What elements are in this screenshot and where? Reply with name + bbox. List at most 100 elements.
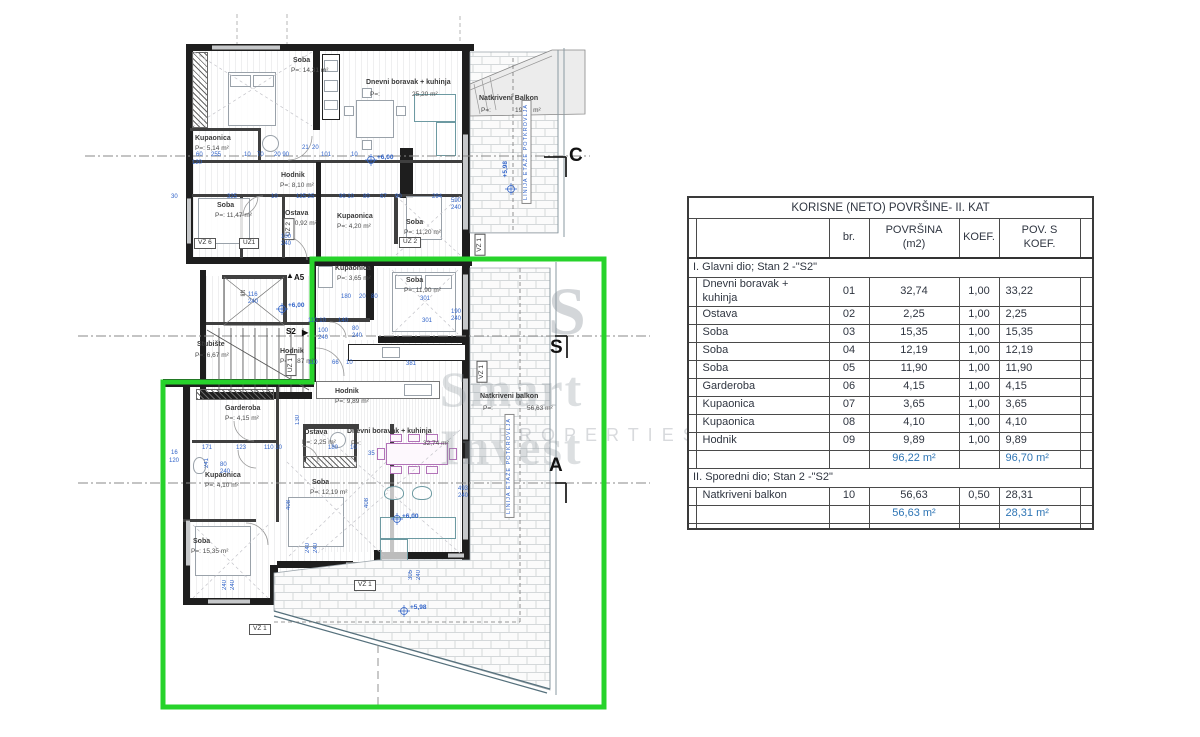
row-povrsina-cell: 56,63 [869, 487, 959, 505]
row-gutter [688, 342, 696, 360]
row-gutter [1080, 360, 1093, 378]
room-name-label: Soba [217, 202, 234, 209]
row-koef-cell: 1,00 [959, 414, 999, 432]
row-br-cell: 04 [829, 342, 869, 360]
dimension-label: 381 [406, 361, 416, 367]
dimension-v-label: 240 [416, 570, 422, 580]
subtotal-pov-s-koef-cell: 96,70 m² [999, 450, 1080, 468]
row-gutter [688, 396, 696, 414]
row-pov-s-koef-cell: 2,25 [999, 306, 1080, 324]
annotation-v-label: lift [241, 290, 248, 297]
dimension-label: 301 [422, 318, 432, 324]
roof-line-label-label: LINIJA ETAŽE POTKROVLJA [505, 414, 515, 518]
row-br-cell: 10 [829, 487, 869, 505]
dimension-label: 110 10 [308, 318, 326, 324]
row-povrsina-cell: 2,25 [869, 306, 959, 324]
elevation-label: +6,00 [288, 303, 304, 310]
dimension-label: 100 [281, 234, 291, 240]
dimension-v-label: 240 [313, 543, 319, 553]
dimension-label: 35 [368, 451, 375, 457]
row-pov-s-koef-cell: 11,90 [999, 360, 1080, 378]
filler-cell [869, 523, 959, 529]
dimension-label: 10 [351, 152, 358, 158]
dimension-label: 70 [257, 152, 264, 158]
row-koef-cell: 1,00 [959, 306, 999, 324]
dimension-v-label: 305 [408, 570, 414, 580]
room-name-label: Garderoba [225, 405, 260, 412]
room-name-label: Soba [293, 57, 310, 64]
box-label-v-label: VZ 1 [475, 234, 486, 256]
room-name-label: Dnevni boravak + kuhinja [347, 428, 432, 435]
dimension-label: 240 [451, 316, 461, 322]
box-label-v-label: UZ 1 [286, 354, 297, 376]
row-name-cell: Soba [696, 342, 829, 360]
row-povrsina-cell: 9,89 [869, 432, 959, 450]
row-name-cell: Dnevni boravak + kuhinja [696, 278, 829, 307]
row-povrsina-cell: 12,19 [869, 342, 959, 360]
dimension-label: 171 [202, 445, 212, 451]
box-label-v-label: VZ 1 [477, 361, 488, 383]
header-gutter [688, 219, 696, 259]
screenshot-root: S Smart Invest PROPERTIES SobaP=: 14,31 … [0, 0, 1200, 737]
dimension-label: 590 [451, 198, 461, 204]
box-label-label: VZ 6 [194, 238, 216, 249]
dimension-label: 120 [192, 160, 202, 166]
row-br-cell: 02 [829, 306, 869, 324]
room-name-label: Ostava [304, 429, 327, 436]
room-area-label: P=: 4,15 m² [225, 416, 259, 423]
row-povrsina-cell: 32,74 [869, 278, 959, 307]
room-area-label: P=: 4,10 m² [205, 483, 239, 490]
row-gutter [1080, 378, 1093, 396]
elevation-label: +5,98 [410, 605, 426, 612]
dimension-label: 90 10 [339, 194, 354, 200]
row-br-cell: 06 [829, 378, 869, 396]
section-marker-label: A [549, 456, 563, 475]
row-pov-s-koef-cell: 4,15 [999, 378, 1080, 396]
room-area-label: P=: 4,20 m² [337, 224, 371, 231]
annotation-label: A5 [294, 274, 304, 282]
row-name-cell: Soba [696, 360, 829, 378]
dimension-label: 30 [171, 194, 178, 200]
room-area-label: P=: 15,35 m² [191, 549, 228, 556]
annotation-label: ▶ [302, 329, 308, 337]
row-povrsina-cell: 3,65 [869, 396, 959, 414]
filler-cell [959, 523, 999, 529]
row-name-cell: Hodnik [696, 432, 829, 450]
dimension-label: 21 20 [302, 145, 319, 151]
row-gutter [1080, 414, 1093, 432]
row-koef-cell: 0,50 [959, 487, 999, 505]
room-area-label: P=: 11,90 m² [404, 288, 441, 295]
subtotal-name [696, 505, 829, 523]
room-area-label: 25,20 m² [412, 92, 438, 99]
row-gutter [1080, 324, 1093, 342]
row-br-cell: 07 [829, 396, 869, 414]
row-povrsina-cell: 4,15 [869, 378, 959, 396]
row-gutter [688, 278, 696, 307]
row-gutter [688, 378, 696, 396]
room-name-label: Hodnik [281, 172, 305, 179]
room-area-label: 56,63 m² [527, 406, 553, 413]
row-br-cell: 08 [829, 414, 869, 432]
dimension-label: 10 [350, 445, 357, 451]
room-area-label: P=: 3,65 m² [337, 276, 371, 283]
row-br-cell: 03 [829, 324, 869, 342]
row-koef-cell: 1,00 [959, 396, 999, 414]
dimension-v-label: 240 [230, 580, 236, 590]
box-label-label: VZ 1 [354, 580, 376, 591]
row-gutter [688, 487, 696, 505]
dimension-label: 240 [220, 469, 230, 475]
room-area-label: 32,74 m² [423, 441, 449, 448]
annotation-label: S2 [286, 328, 296, 336]
row-pov-s-koef-cell: 9,89 [999, 432, 1080, 450]
room-area-label: P=: 12,19 m² [310, 490, 347, 497]
header-koef: KOEF. [959, 219, 999, 259]
dimension-v-label: 241 [204, 458, 210, 468]
dimension-label: 255 [211, 152, 221, 158]
dimension-label: 80 [352, 326, 359, 332]
dimension-label: 10 [271, 194, 278, 200]
annotation-label: ▲ [286, 272, 294, 280]
header-name [696, 219, 829, 259]
subtotal-gutter [688, 505, 696, 523]
room-name-label: Soba [406, 277, 423, 284]
room-name-label: Dnevni boravak + kuhinja [366, 79, 451, 86]
